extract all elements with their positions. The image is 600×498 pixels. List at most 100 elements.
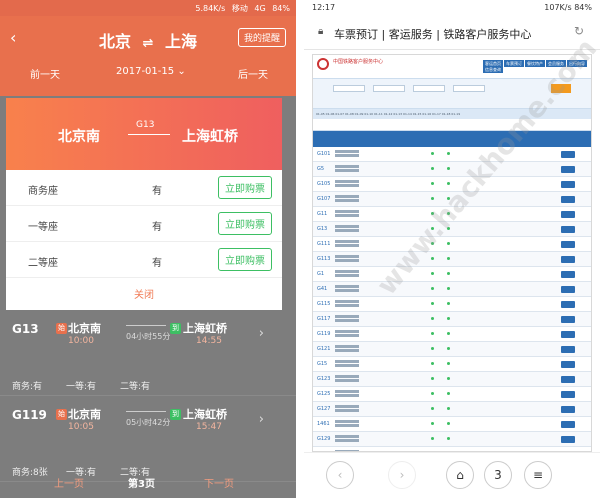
- departure-station: 北京南: [68, 408, 101, 421]
- availability-dot: [447, 257, 450, 260]
- book-button[interactable]: [561, 196, 575, 203]
- book-button[interactable]: [561, 166, 575, 173]
- book-button[interactable]: [561, 376, 575, 383]
- train-code-link[interactable]: G11: [317, 211, 327, 217]
- departure-time: 10:00: [68, 336, 94, 346]
- availability-dot: [447, 437, 450, 440]
- station-cell: [335, 239, 359, 249]
- book-button[interactable]: [561, 271, 575, 278]
- site-nav-tab[interactable]: 餐饮特产: [525, 60, 545, 67]
- query-button[interactable]: [551, 84, 571, 93]
- availability-dot: [447, 302, 450, 305]
- availability-dot: [431, 272, 434, 275]
- availability-dot: [447, 332, 450, 335]
- site-nav-tab[interactable]: 信息查询: [483, 66, 503, 73]
- tabs-button[interactable]: 3: [484, 461, 512, 489]
- book-button[interactable]: [561, 241, 575, 248]
- train-item[interactable]: G13 始 北京南 10:00 04小时55分 到 上海虹桥 14:55 ›: [0, 310, 296, 374]
- train-code-link[interactable]: G101: [317, 151, 330, 157]
- book-button[interactable]: [561, 361, 575, 368]
- from-station-field[interactable]: [333, 85, 365, 92]
- book-button[interactable]: [561, 256, 575, 263]
- date-strip[interactable]: 01-05 01-06 01-07 01-08 01-09 01-10 01-1…: [313, 109, 591, 119]
- book-button[interactable]: [561, 301, 575, 308]
- train-code-link[interactable]: G129: [317, 436, 330, 442]
- availability-dot: [431, 197, 434, 200]
- network-speed: 107K/s: [544, 3, 572, 12]
- site-nav-tab[interactable]: 会员服务: [546, 60, 566, 67]
- railway-logo-icon: [317, 58, 329, 70]
- table-row: G13: [313, 222, 591, 237]
- train-code-link[interactable]: G115: [317, 301, 330, 307]
- train-code-link[interactable]: G105: [317, 181, 330, 187]
- seat-purchase-dialog: 北京南 G13 上海虹桥 商务座 有 立即购票 一等座 有 立即购票 二等座 有…: [6, 98, 282, 310]
- menu-button[interactable]: ≡: [524, 461, 552, 489]
- book-button[interactable]: [561, 181, 575, 188]
- book-button[interactable]: [561, 316, 575, 323]
- train-code-link[interactable]: G123: [317, 376, 330, 382]
- table-row: G117: [313, 312, 591, 327]
- book-button[interactable]: [561, 151, 575, 158]
- site-nav-tab[interactable]: 车票预订: [504, 60, 524, 67]
- train-code-link[interactable]: G15: [317, 361, 327, 367]
- train-code-link[interactable]: G13: [317, 226, 327, 232]
- book-button[interactable]: [561, 331, 575, 338]
- train-code-link[interactable]: G127: [317, 406, 330, 412]
- site-nav-tab[interactable]: 出行向导: [567, 60, 587, 67]
- book-button[interactable]: [561, 286, 575, 293]
- buy-now-button[interactable]: 立即购票: [218, 212, 272, 235]
- filter-options[interactable]: [313, 119, 591, 131]
- train-code-link[interactable]: G1: [317, 271, 324, 277]
- dialog-destination: 上海虹桥: [182, 129, 238, 145]
- prev-page-button[interactable]: 上一页: [54, 475, 84, 490]
- train-code-link[interactable]: G41: [317, 286, 327, 292]
- address-bar[interactable]: 🔒︎ 车票预订 | 客运服务 | 铁路客户服务中心 ↻: [304, 16, 600, 50]
- network-type: 4G: [254, 4, 266, 13]
- availability-dot: [447, 212, 450, 215]
- book-button[interactable]: [561, 406, 575, 413]
- train-code-link[interactable]: G125: [317, 391, 330, 397]
- table-row: G115: [313, 297, 591, 312]
- close-button[interactable]: 关闭: [6, 278, 282, 301]
- book-button[interactable]: [561, 391, 575, 398]
- lock-icon: 🔒︎: [318, 26, 324, 37]
- to-station-field[interactable]: [373, 85, 405, 92]
- availability-dot: [447, 362, 450, 365]
- home-button[interactable]: ⌂: [446, 461, 474, 489]
- book-button[interactable]: [561, 436, 575, 443]
- train-code-link[interactable]: G111: [317, 241, 330, 247]
- train-code-link[interactable]: 1461: [317, 421, 330, 427]
- train-code-link[interactable]: G121: [317, 346, 330, 352]
- train-code-link[interactable]: G107: [317, 196, 330, 202]
- book-button[interactable]: [561, 346, 575, 353]
- station-cell: [335, 164, 359, 174]
- buy-now-button[interactable]: 立即购票: [218, 176, 272, 199]
- prev-day-button[interactable]: 前一天: [30, 66, 60, 81]
- forward-button[interactable]: ›: [388, 461, 416, 489]
- table-header: [313, 131, 591, 147]
- train-item[interactable]: G119 始 北京南 10:05 05小时42分 到 上海虹桥 15:47 ›: [0, 396, 296, 460]
- availability-dot: [431, 182, 434, 185]
- refresh-icon[interactable]: ↻: [574, 24, 584, 38]
- site-nav: 客运首页 车票预订 餐饮特产 会员服务 出行向导信息查询: [483, 60, 591, 73]
- availability-dot: [431, 287, 434, 290]
- book-button[interactable]: [561, 211, 575, 218]
- book-button[interactable]: [561, 226, 575, 233]
- chevron-right-icon: ›: [258, 326, 264, 341]
- swap-icon[interactable]: ⇌: [143, 36, 154, 51]
- train-code-link[interactable]: G5: [317, 166, 324, 172]
- next-page-button[interactable]: 下一页: [204, 475, 234, 490]
- current-date-dropdown[interactable]: 2017-01-15 ⌄: [116, 66, 186, 77]
- buy-now-button[interactable]: 立即购票: [218, 248, 272, 271]
- return-date-field[interactable]: [453, 85, 485, 92]
- my-reminders-button[interactable]: 我的提醒: [237, 28, 286, 47]
- train-code-link[interactable]: G113: [317, 256, 330, 262]
- train-code-link[interactable]: G117: [317, 316, 330, 322]
- next-day-button[interactable]: 后一天: [238, 66, 268, 81]
- book-button[interactable]: [561, 421, 575, 428]
- battery-level: 84%: [272, 4, 290, 13]
- availability-dot: [447, 152, 450, 155]
- date-field[interactable]: [413, 85, 445, 92]
- back-button[interactable]: ‹: [326, 461, 354, 489]
- train-code-link[interactable]: G119: [317, 331, 330, 337]
